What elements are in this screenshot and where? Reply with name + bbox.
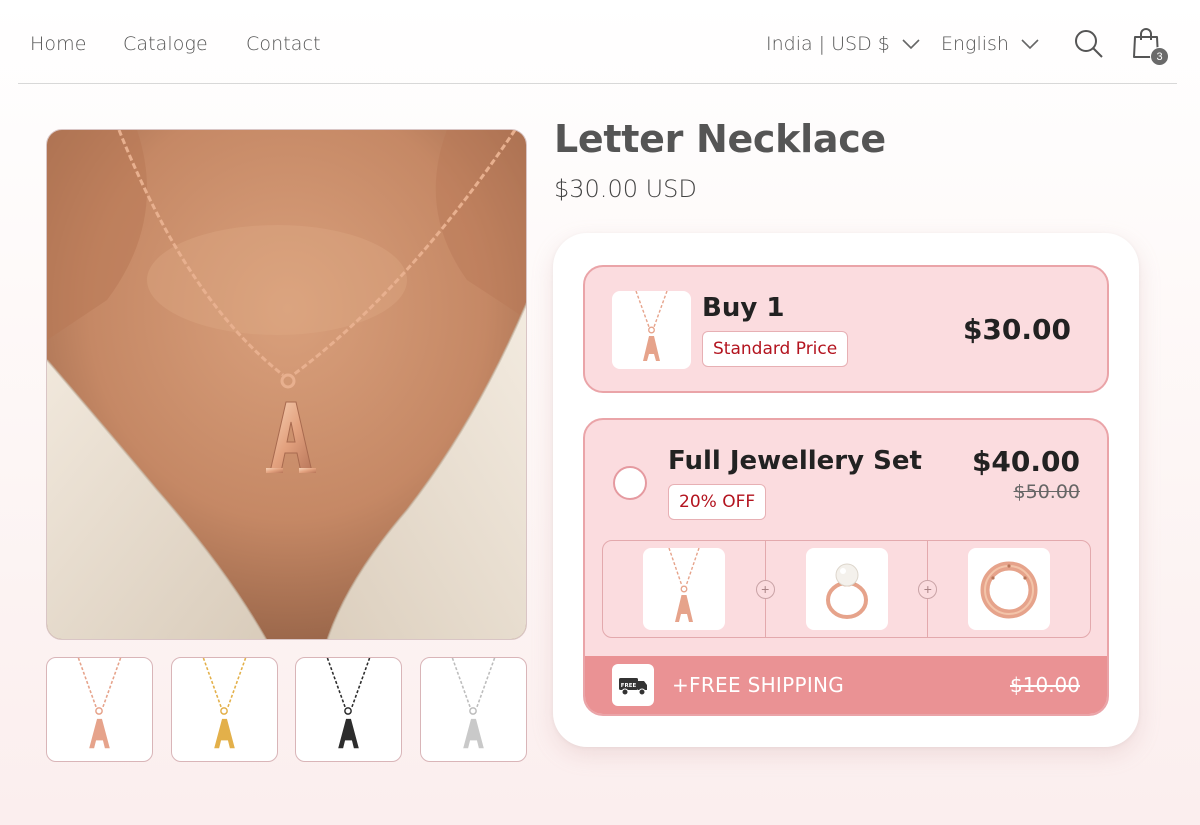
offer-price: $40.00	[971, 445, 1080, 478]
necklace-icon	[635, 291, 668, 361]
svg-text:FREE: FREE	[621, 683, 637, 689]
free-shipping-bar: FREE +FREE SHIPPING $10.00	[585, 656, 1107, 714]
bundle-items: + +	[602, 540, 1091, 638]
product-main-image[interactable]	[46, 129, 527, 640]
region-currency-label: India | USD $	[766, 33, 890, 55]
language-selector[interactable]: English	[941, 33, 1039, 55]
standard-price-tag: Standard Price	[702, 331, 849, 367]
necklace-thumbnail-icon	[326, 658, 371, 749]
discount-tag: 20% OFF	[668, 484, 767, 520]
necklace-photo	[47, 130, 526, 639]
thumbnail-rose-gold[interactable]	[46, 657, 153, 762]
band-ring-icon	[980, 561, 1038, 619]
offer-price: $30.00	[962, 313, 1071, 346]
product-title: Letter Necklace	[554, 117, 886, 161]
free-shipping-label: +FREE SHIPPING	[672, 673, 845, 697]
thumbnail-silver[interactable]	[420, 657, 527, 762]
pearl-ring-icon	[825, 563, 868, 619]
offer-option-full-set[interactable]: Full Jewellery Set 20% OFF $40.00 $50.00…	[583, 418, 1109, 716]
bundle-item-necklace[interactable]	[603, 541, 765, 637]
thumbnail-gold[interactable]	[171, 657, 278, 762]
shipping-old-price: $10.00	[1010, 673, 1080, 697]
thumbnail-black[interactable]	[295, 657, 402, 762]
offer-name: Buy 1	[702, 293, 785, 323]
nav-home-link[interactable]: Home	[30, 33, 87, 55]
necklace-icon	[668, 548, 700, 622]
product-price: $30.00 USD	[554, 175, 697, 203]
chevron-down-icon	[902, 39, 920, 50]
plus-icon: +	[755, 580, 775, 599]
bundle-item-pearl-ring[interactable]: +	[755, 541, 928, 637]
search-button[interactable]	[1073, 28, 1105, 60]
site-header: Home Cataloge Contact India | USD $ Engl…	[18, 0, 1177, 84]
necklace-thumbnail	[612, 291, 691, 369]
cart-button[interactable]: 3	[1131, 26, 1169, 66]
language-label: English	[941, 33, 1009, 55]
cart-count-badge: 3	[1150, 47, 1169, 66]
region-currency-selector[interactable]: India | USD $	[766, 33, 920, 55]
plus-icon: +	[918, 580, 938, 599]
free-shipping-truck-icon: FREE	[612, 664, 654, 706]
necklace-thumbnail-icon	[451, 658, 496, 749]
set-radio-button[interactable]	[613, 466, 647, 500]
offer-old-price: $50.00	[1013, 481, 1080, 503]
bundle-item-band-ring[interactable]: +	[918, 541, 1090, 637]
offer-option-buy-1[interactable]: Buy 1 Standard Price $30.00	[583, 265, 1109, 393]
necklace-thumbnail-icon	[77, 658, 122, 749]
necklace-thumbnail-icon	[202, 658, 247, 749]
search-icon	[1075, 30, 1103, 58]
nav-catalogue-link[interactable]: Cataloge	[123, 33, 208, 55]
offer-name: Full Jewellery Set	[668, 446, 922, 476]
chevron-down-icon	[1021, 39, 1039, 50]
nav-contact-link[interactable]: Contact	[246, 33, 321, 55]
